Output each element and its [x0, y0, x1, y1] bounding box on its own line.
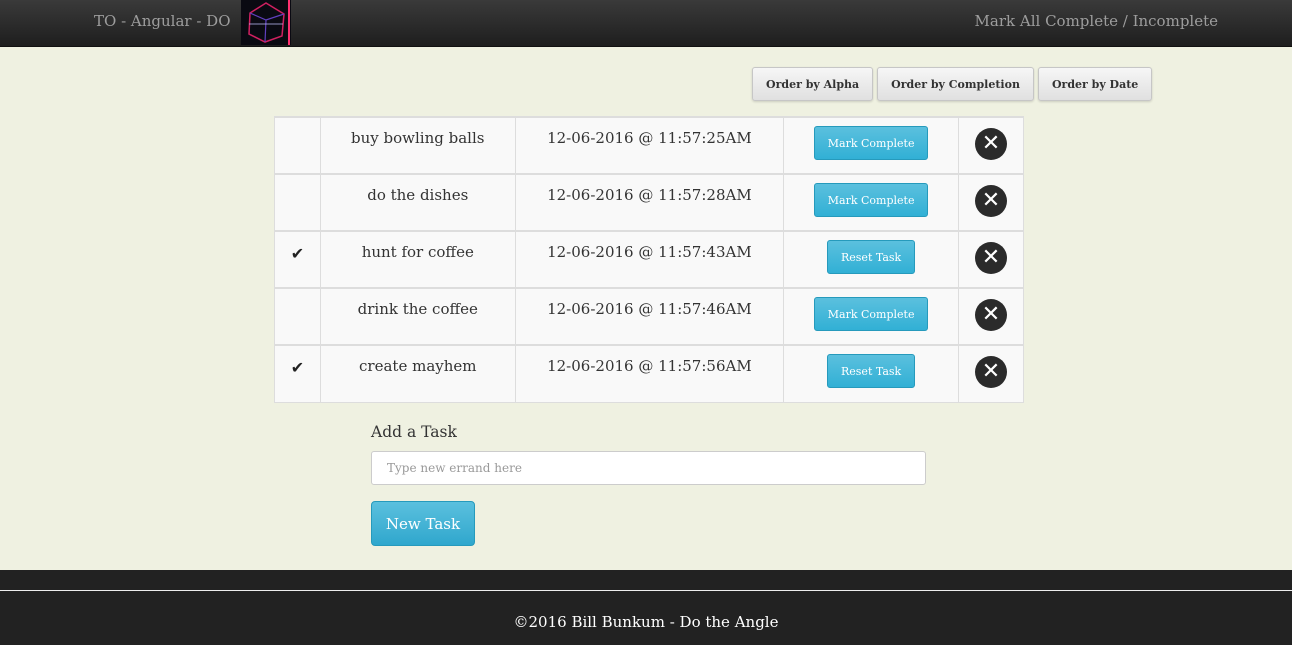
task-action-cell: Mark Complete — [783, 287, 960, 346]
add-task-label: Add a Task — [371, 423, 457, 441]
close-circle-icon[interactable]: ✕ — [975, 242, 1008, 274]
task-name: create mayhem — [319, 344, 516, 403]
task-status-cell — [274, 287, 321, 346]
task-row: drink the coffee 12-06-2016 @ 11:57:46AM M… — [274, 287, 1024, 346]
task-delete-cell: ✕ — [958, 230, 1024, 289]
task-action-cell: Mark Complete — [783, 173, 960, 232]
reset-task-button[interactable]: Reset Task — [827, 354, 916, 388]
task-list: buy bowling balls 12-06-2016 @ 11:57:25AM… — [274, 116, 1024, 403]
close-circle-icon[interactable]: ✕ — [975, 356, 1008, 388]
app-logo — [241, 0, 291, 45]
sort-toolbar: Order by Alpha Order by Completion Order… — [752, 67, 1153, 101]
reset-task-button[interactable]: Reset Task — [827, 240, 916, 274]
task-status-cell — [274, 173, 321, 232]
close-circle-icon[interactable]: ✕ — [975, 299, 1008, 331]
task-name: drink the coffee — [319, 287, 516, 346]
task-action-cell: Reset Task — [783, 344, 960, 403]
mark-complete-button[interactable]: Mark Complete — [813, 183, 929, 217]
checkmark-icon: ✔ — [290, 358, 305, 377]
task-row: ✔ hunt for coffee 12-06-2016 @ 11:57:43AM R… — [274, 230, 1024, 289]
task-delete-cell: ✕ — [958, 287, 1024, 346]
task-name: do the dishes — [319, 173, 516, 232]
order-by-alpha-button[interactable]: Order by Alpha — [752, 67, 874, 101]
task-row: ✔ create mayhem 12-06-2016 @ 11:57:56AM Res… — [274, 344, 1024, 403]
task-status-cell: ✔ — [274, 344, 321, 403]
task-status-cell: ✔ — [274, 230, 321, 289]
task-date: 12-06-2016 @ 11:57:28AM — [514, 173, 785, 232]
task-status-cell — [274, 116, 321, 175]
mark-complete-button[interactable]: Mark Complete — [813, 126, 929, 160]
task-action-cell: Reset Task — [783, 230, 960, 289]
navbar: TO - Angular - DO Mark All Complete / In… — [0, 0, 1292, 47]
task-row: do the dishes 12-06-2016 @ 11:57:28AM Mark… — [274, 173, 1024, 232]
order-by-date-button[interactable]: Order by Date — [1037, 67, 1153, 101]
task-table: buy bowling balls 12-06-2016 @ 11:57:25AM… — [274, 116, 1024, 403]
task-date: 12-06-2016 @ 11:57:56AM — [514, 344, 785, 403]
close-circle-icon[interactable]: ✕ — [975, 128, 1008, 160]
task-date: 12-06-2016 @ 11:57:43AM — [514, 230, 785, 289]
footer: ©2016 Bill Bunkum - Do the Angle — [0, 590, 1292, 645]
task-row: buy bowling balls 12-06-2016 @ 11:57:25AM… — [274, 116, 1024, 175]
new-task-input[interactable] — [371, 451, 926, 485]
mark-complete-button[interactable]: Mark Complete — [813, 297, 929, 331]
task-date: 12-06-2016 @ 11:57:46AM — [514, 287, 785, 346]
task-action-cell: Mark Complete — [783, 116, 960, 175]
checkmark-icon: ✔ — [290, 244, 305, 263]
toggle-all-complete-link[interactable]: Mark All Complete / Incomplete — [975, 12, 1218, 30]
order-by-completion-button[interactable]: Order by Completion — [877, 67, 1034, 101]
task-name: buy bowling balls — [319, 116, 516, 175]
task-name: hunt for coffee — [319, 230, 516, 289]
close-circle-icon[interactable]: ✕ — [975, 185, 1008, 217]
new-task-button[interactable]: New Task — [371, 501, 475, 546]
task-date: 12-06-2016 @ 11:57:25AM — [514, 116, 785, 175]
footer-copyright: ©2016 Bill Bunkum - Do the Angle — [513, 613, 779, 631]
task-delete-cell: ✕ — [958, 173, 1024, 232]
brand-title[interactable]: TO - Angular - DO — [94, 12, 231, 30]
task-delete-cell: ✕ — [958, 344, 1024, 403]
footer-band — [0, 570, 1292, 590]
task-delete-cell: ✕ — [958, 116, 1024, 175]
